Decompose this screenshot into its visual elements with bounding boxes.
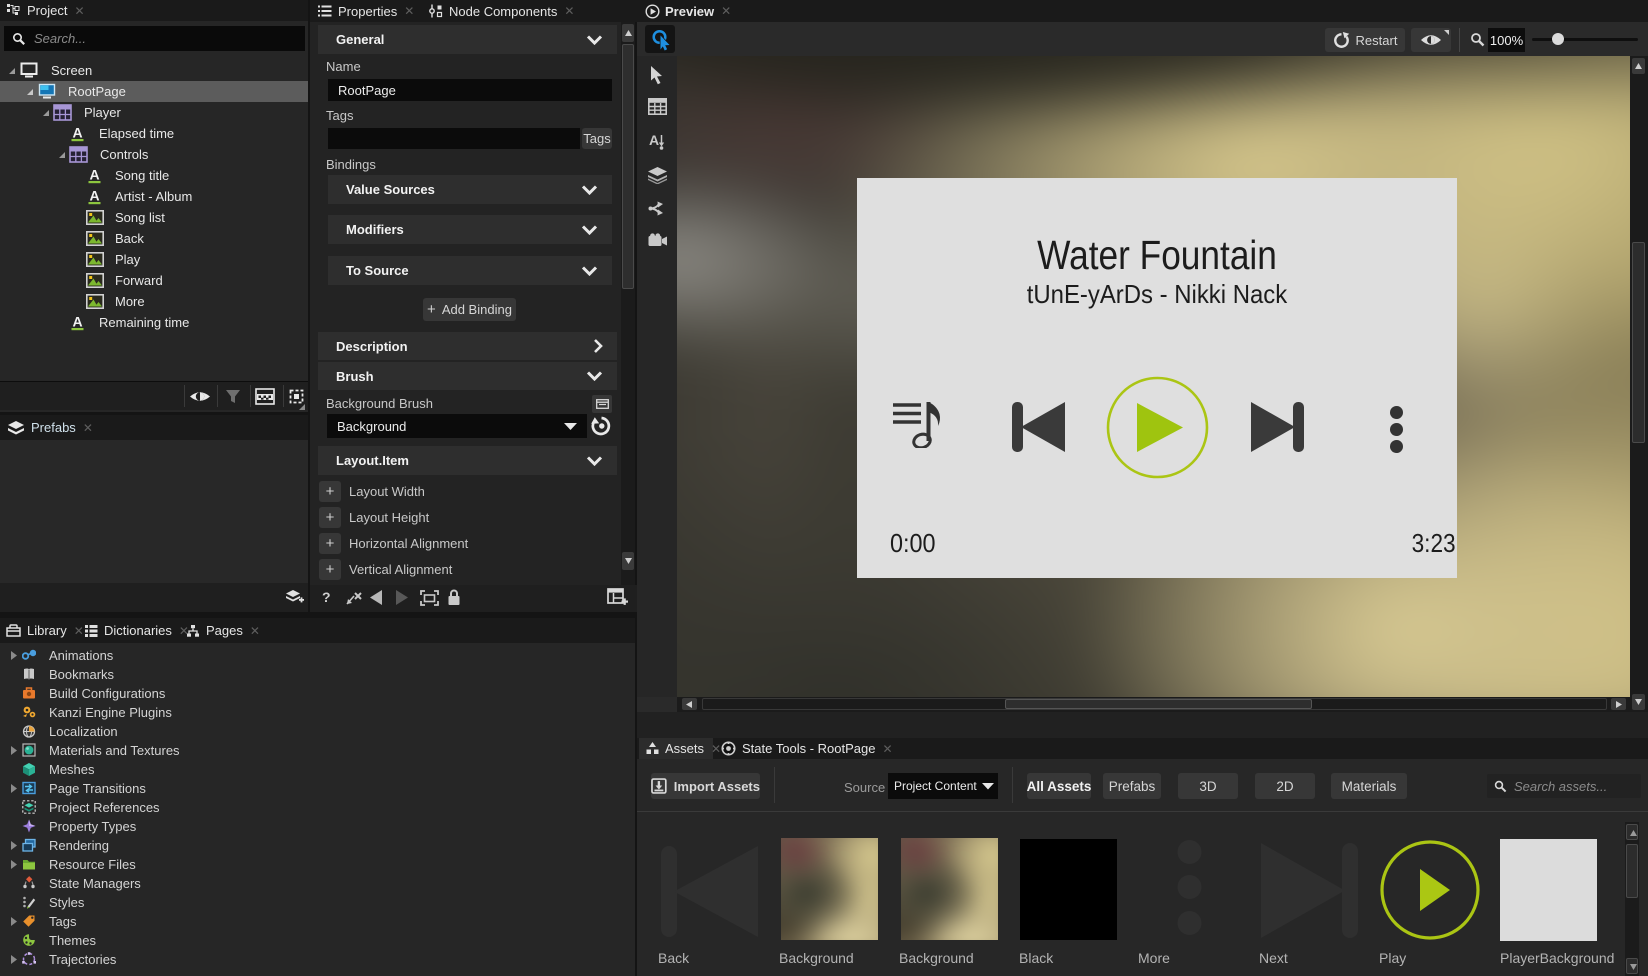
svg-text:A: A [89,188,99,204]
svg-text:A: A [72,125,82,141]
svg-text:A: A [89,167,99,183]
svg-text:A: A [649,132,659,148]
svg-text:A: A [72,314,82,330]
